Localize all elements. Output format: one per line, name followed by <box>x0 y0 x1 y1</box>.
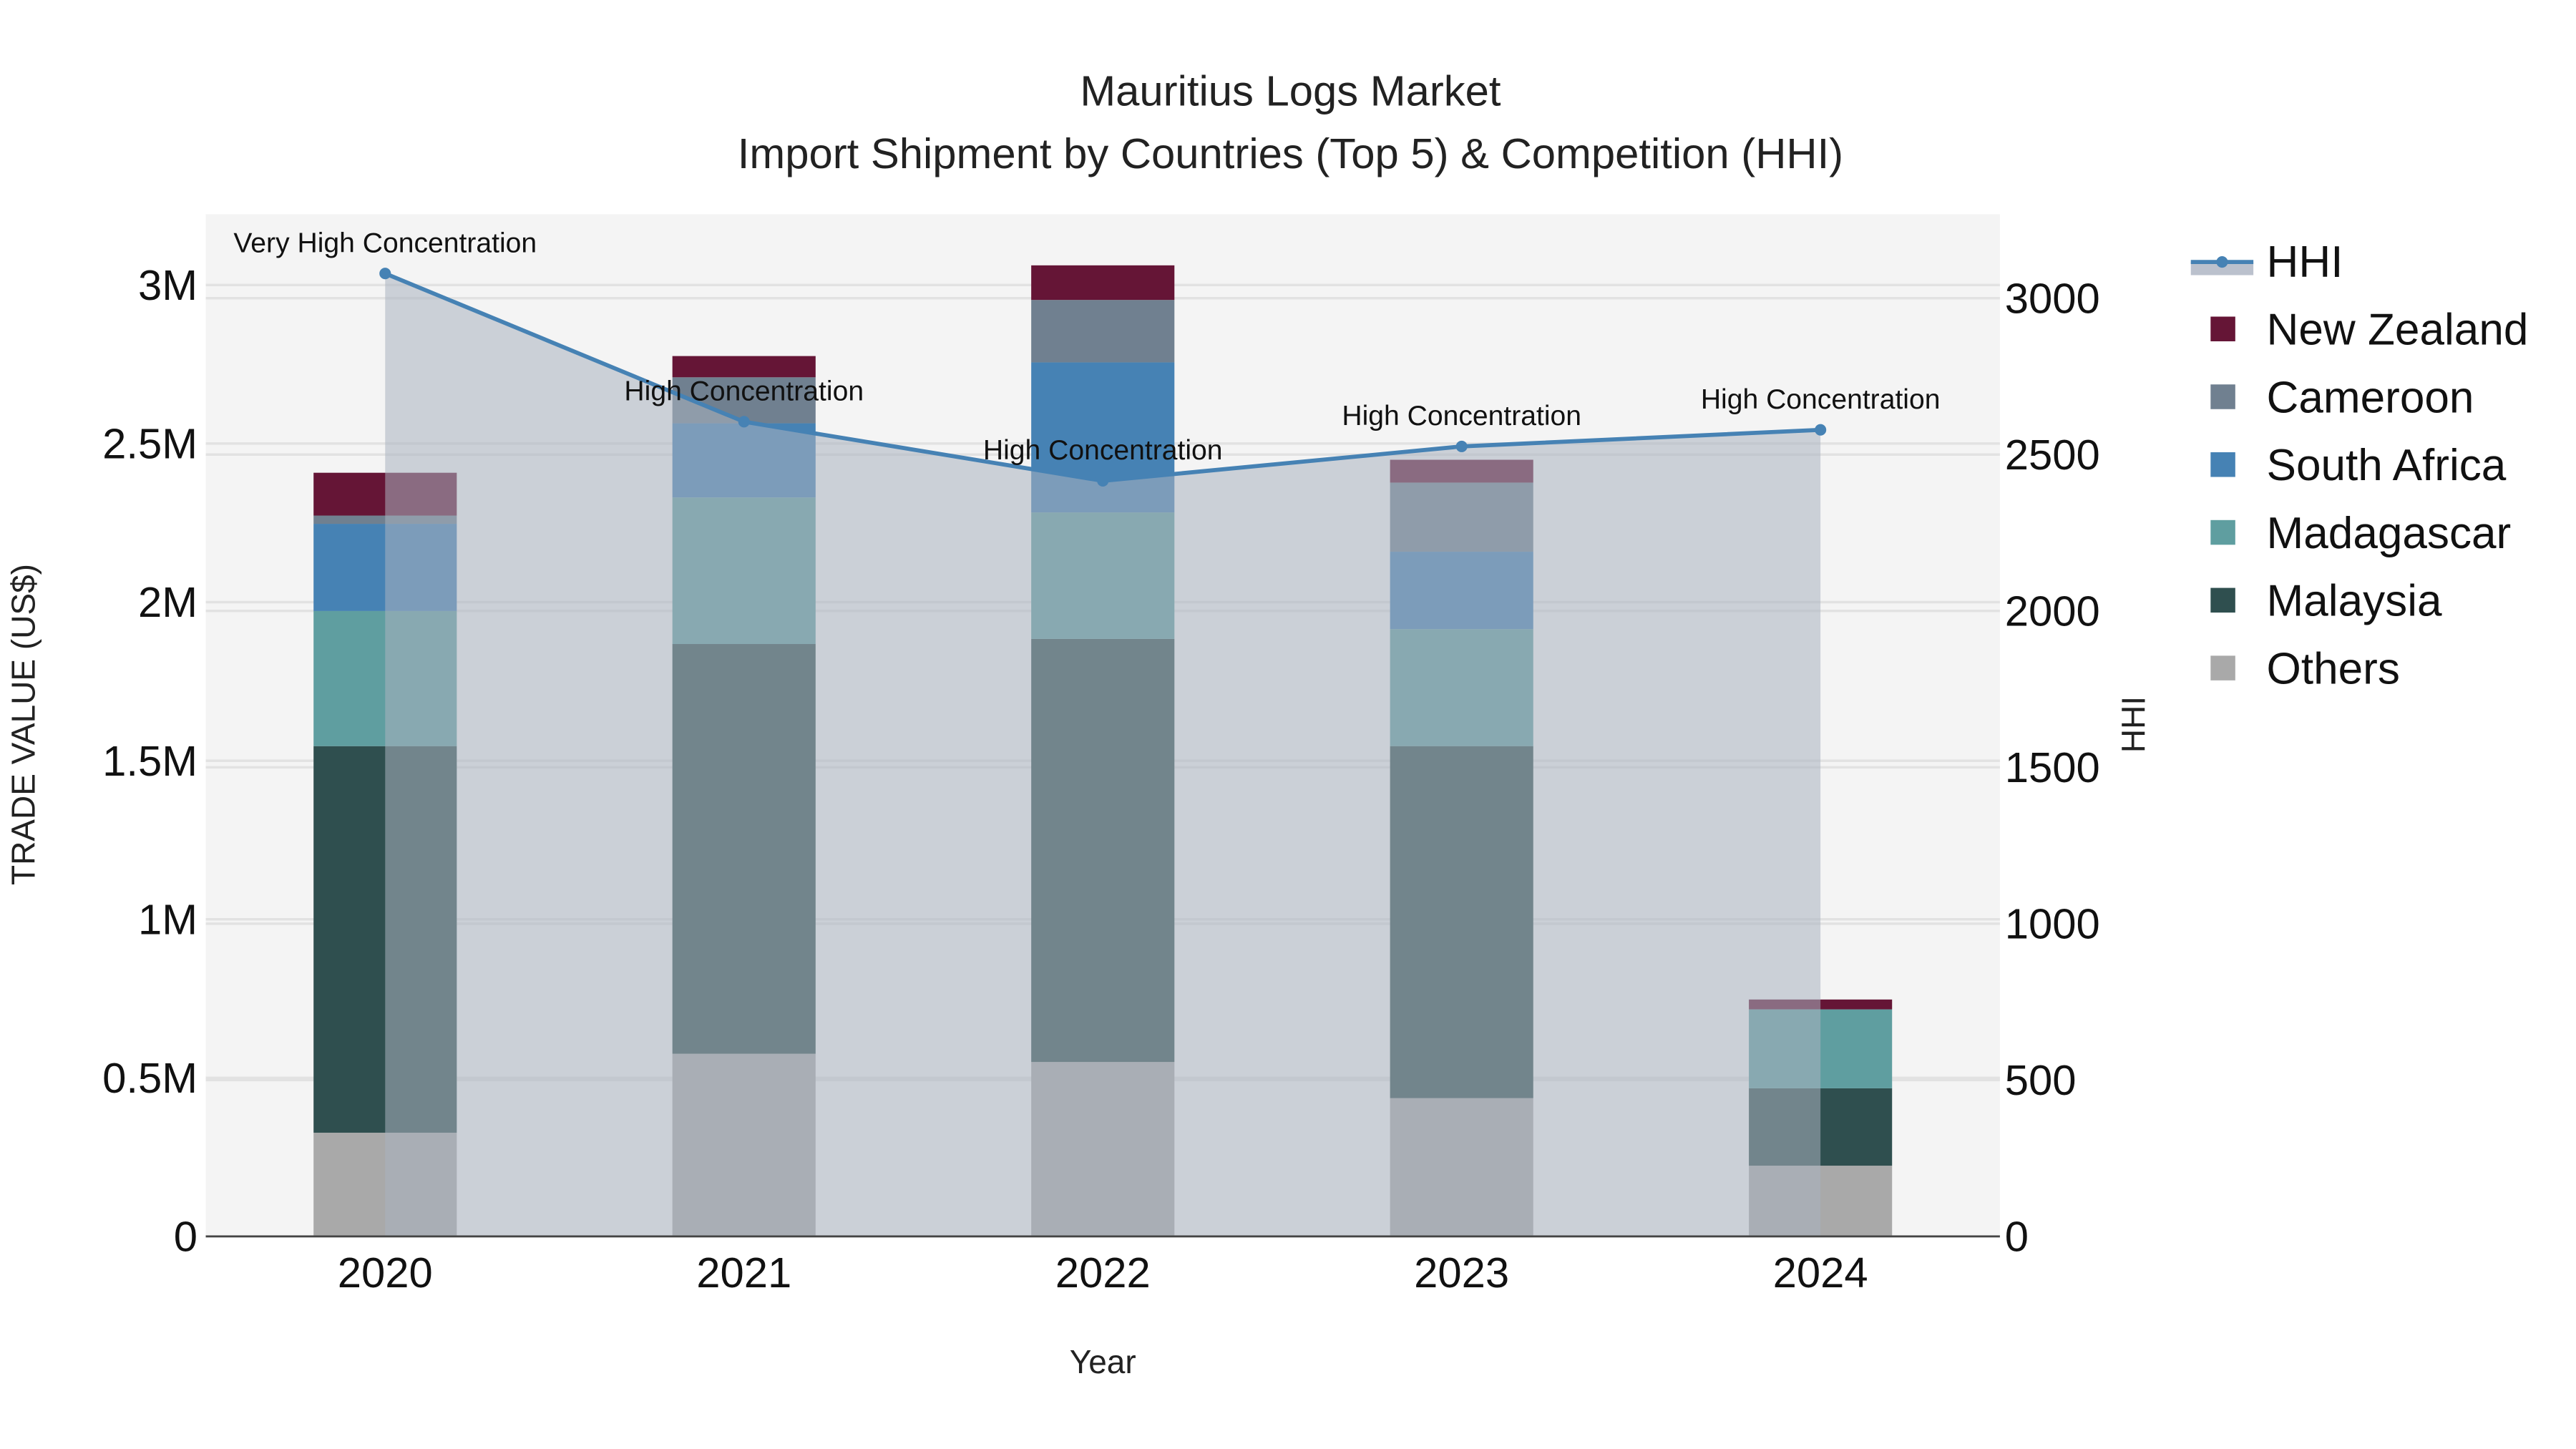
chart: Very High Concentration High Concentratio… <box>4 67 2529 1380</box>
legend-label-new-zealand: New Zealand <box>2267 306 2529 355</box>
hhi-annotation-2021: High Concentration <box>624 376 864 406</box>
y-tick-label: 2M <box>138 578 197 626</box>
legend-label-hhi: HHI <box>2267 238 2343 287</box>
y2-tick-label: 1000 <box>2005 900 2100 948</box>
x-tick-label: 2023 <box>1414 1249 1509 1297</box>
chart-subtitle: Import Shipment by Countries (Top 5) & C… <box>738 130 1843 177</box>
y2-tick-label: 3000 <box>2005 274 2100 322</box>
hhi-point-2024 <box>1815 424 1827 436</box>
legend-swatch-malaysia <box>2210 587 2235 613</box>
x-tick-label: 2024 <box>1773 1249 1868 1297</box>
hhi-point-2021 <box>738 416 750 428</box>
legend-label-malaysia: Malaysia <box>2267 577 2442 626</box>
x-axis-ticks: 2020 2021 2022 2023 2024 <box>338 1249 1868 1297</box>
legend-swatch-cameroon <box>2210 384 2235 409</box>
legend-swatch-new-zealand <box>2210 316 2235 341</box>
y2-tick-label: 500 <box>2005 1056 2077 1104</box>
x-tick-label: 2022 <box>1055 1249 1151 1297</box>
y-tick-label: 1.5M <box>102 737 197 785</box>
y-axis-ticks: 0 0.5M 1M 1.5M 2M 2.5M 3M <box>102 261 197 1261</box>
legend-label-others: Others <box>2267 644 2400 693</box>
legend-swatch-hhi-marker <box>2216 256 2228 268</box>
x-axis-title: Year <box>1070 1343 1136 1380</box>
legend-label-south-africa: South Africa <box>2267 441 2507 490</box>
hhi-annotation-2023: High Concentration <box>1342 401 1581 431</box>
bar-new-zealand-2021 <box>672 356 816 378</box>
hhi-point-2023 <box>1455 440 1468 452</box>
y-tick-label: 0 <box>174 1213 197 1261</box>
y-axis-title: TRADE VALUE (US$) <box>4 564 42 885</box>
y-tick-label: 1M <box>138 895 197 943</box>
y-tick-label: 2.5M <box>102 420 197 468</box>
y2-axis-title: HHI <box>2114 696 2152 753</box>
hhi-point-2022 <box>1097 474 1109 487</box>
y2-tick-label: 1500 <box>2005 743 2100 791</box>
legend: HHI New Zealand Cameroon South Africa Madaga… <box>2190 238 2529 693</box>
y2-tick-label: 2500 <box>2005 431 2100 479</box>
bar-cameroon-2022 <box>1031 300 1175 363</box>
legend-label-madagascar: Madagascar <box>2267 509 2512 558</box>
hhi-annotation-2024: High Concentration <box>1701 384 1941 415</box>
chart-title: Mauritius Logs Market <box>1080 67 1501 115</box>
y-tick-label: 3M <box>138 261 197 309</box>
legend-swatch-south-africa <box>2210 452 2235 477</box>
legend-label-cameroon: Cameroon <box>2267 373 2474 422</box>
x-tick-label: 2020 <box>338 1249 433 1297</box>
x-tick-label: 2021 <box>696 1249 791 1297</box>
legend-swatch-others <box>2210 655 2235 680</box>
hhi-point-2020 <box>379 268 391 280</box>
y-tick-label: 0.5M <box>102 1054 197 1102</box>
y2-axis-ticks: 0 500 1000 1500 2000 2500 3000 <box>2005 274 2100 1260</box>
hhi-annotation-2022: High Concentration <box>983 435 1223 466</box>
hhi-annotation-2020: Very High Concentration <box>233 228 537 258</box>
y2-tick-label: 2000 <box>2005 587 2100 635</box>
bar-new-zealand-2022 <box>1031 265 1175 301</box>
y2-tick-label: 0 <box>2005 1213 2029 1261</box>
legend-swatch-madagascar <box>2210 519 2235 545</box>
